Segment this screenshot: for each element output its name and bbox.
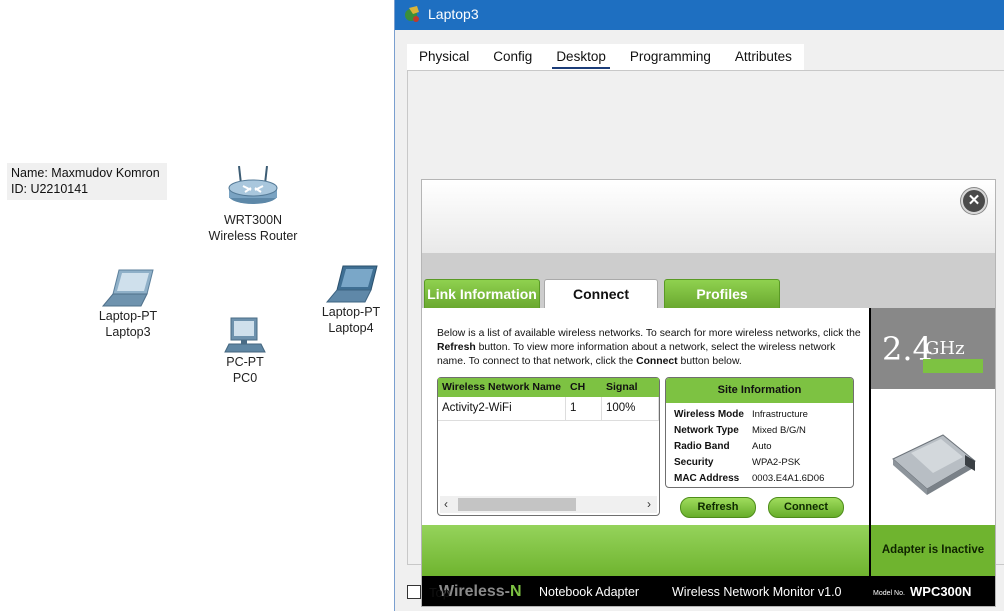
monitor-header bbox=[422, 180, 995, 253]
monitor-green-band bbox=[422, 525, 869, 576]
laptop-icon bbox=[325, 265, 378, 303]
monitor-side-panel: 2.4 GHz Adapter is Inactive bbox=[869, 308, 995, 576]
site-field-mac-address: MAC Address 0003.E4A1.6D06 bbox=[674, 473, 825, 484]
app-icon bbox=[405, 6, 419, 22]
site-field-network-type: Network Type Mixed B/G/N bbox=[674, 425, 806, 436]
column-network-name: Wireless Network Name bbox=[442, 381, 561, 393]
top-checkbox[interactable] bbox=[407, 585, 421, 599]
network-list[interactable]: Wireless Network Name CH Signal Activity… bbox=[437, 377, 660, 516]
scrollbar-thumb[interactable] bbox=[458, 498, 576, 511]
device-name-label: Wireless Router bbox=[208, 229, 298, 243]
topology-canvas[interactable]: Name: Maxmudov Komron ID: U2210141 WRT30… bbox=[0, 0, 394, 611]
device-router[interactable]: WRT300N Wireless Router bbox=[205, 166, 301, 244]
network-name-cell: Activity2-WiFi bbox=[438, 397, 566, 420]
device-laptop4[interactable]: Laptop-PT Laptop4 bbox=[316, 264, 386, 336]
device-pc0[interactable]: PC-PT PC0 bbox=[210, 316, 280, 386]
close-icon[interactable]: ✕ bbox=[961, 188, 987, 214]
pc-icon bbox=[224, 317, 266, 353]
device-name-label: Laptop3 bbox=[105, 325, 151, 339]
refresh-button[interactable]: Refresh bbox=[680, 497, 756, 518]
tab-profiles[interactable]: Profiles bbox=[664, 279, 780, 308]
adapter-status: Adapter is Inactive bbox=[869, 525, 995, 576]
horizontal-scrollbar[interactable]: ‹ › bbox=[440, 496, 657, 513]
column-ch: CH bbox=[570, 381, 586, 393]
device-laptop3[interactable]: Laptop-PT Laptop3 bbox=[93, 268, 163, 340]
pc-card-icon bbox=[892, 434, 976, 495]
device-type-label: WRT300N bbox=[223, 213, 283, 227]
laptop-icon bbox=[101, 269, 154, 307]
tab-attributes[interactable]: Attributes bbox=[722, 44, 804, 70]
desktop-panel: ✕ Link Information Connect Profiles Belo… bbox=[407, 70, 1004, 607]
tab-physical[interactable]: Physical bbox=[407, 44, 482, 70]
wireless-router-icon bbox=[228, 166, 278, 204]
column-signal: Signal bbox=[606, 381, 638, 393]
site-information-title: Site Information bbox=[666, 378, 853, 403]
window-bottom-bar: Top bbox=[395, 576, 1004, 611]
band-underline bbox=[923, 359, 983, 373]
tab-link-information[interactable]: Link Information bbox=[424, 279, 540, 308]
note-line-name: Name: Maxmudov Komron bbox=[11, 166, 160, 180]
tab-desktop[interactable]: Desktop bbox=[544, 44, 618, 70]
window-titlebar[interactable]: Laptop3 bbox=[395, 0, 1004, 30]
device-type-label: Laptop-PT bbox=[321, 305, 381, 319]
site-field-security: Security WPA2-PSK bbox=[674, 457, 801, 468]
device-name-label: Laptop4 bbox=[328, 321, 374, 335]
tab-programming[interactable]: Programming bbox=[617, 44, 723, 70]
top-checkbox-label: Top bbox=[429, 585, 450, 600]
site-field-radio-band: Radio Band Auto bbox=[674, 441, 772, 452]
site-field-wireless-mode: Wireless Mode Infrastructure bbox=[674, 409, 808, 420]
network-signal-cell: 100% bbox=[602, 397, 659, 420]
scroll-right-icon[interactable]: › bbox=[647, 496, 651, 513]
adapter-card-image bbox=[869, 389, 995, 525]
network-list-header: Wireless Network Name CH Signal bbox=[438, 378, 659, 397]
note-line-id: ID: U2210141 bbox=[11, 182, 89, 196]
band-unit: GHz bbox=[925, 338, 965, 359]
note-box[interactable]: Name: Maxmudov Komron ID: U2210141 bbox=[7, 163, 167, 200]
connect-panel: Below is a list of available wireless ne… bbox=[422, 308, 869, 525]
device-type-label: PC-PT bbox=[226, 355, 264, 369]
network-row[interactable]: Activity2-WiFi 1 100% bbox=[438, 397, 659, 421]
scroll-left-icon[interactable]: ‹ bbox=[444, 496, 448, 513]
connect-instructions: Below is a list of available wireless ne… bbox=[437, 328, 861, 367]
device-type-label: Laptop-PT bbox=[98, 309, 158, 323]
wireless-monitor: ✕ Link Information Connect Profiles Belo… bbox=[421, 179, 996, 607]
network-ch-cell: 1 bbox=[566, 397, 602, 420]
site-information-box: Site Information Wireless Mode Infrastruc… bbox=[665, 377, 854, 488]
tab-config[interactable]: Config bbox=[481, 44, 545, 70]
device-window: Laptop3 Physical Config Desktop Programm… bbox=[394, 0, 1004, 611]
device-name-label: PC0 bbox=[232, 371, 258, 385]
window-tabs: Physical Config Desktop Programming Attr… bbox=[407, 44, 804, 70]
band-badge: 2.4 GHz bbox=[869, 308, 995, 389]
window-title: Laptop3 bbox=[428, 6, 479, 22]
connect-button[interactable]: Connect bbox=[768, 497, 844, 518]
tab-connect[interactable]: Connect bbox=[544, 279, 658, 308]
